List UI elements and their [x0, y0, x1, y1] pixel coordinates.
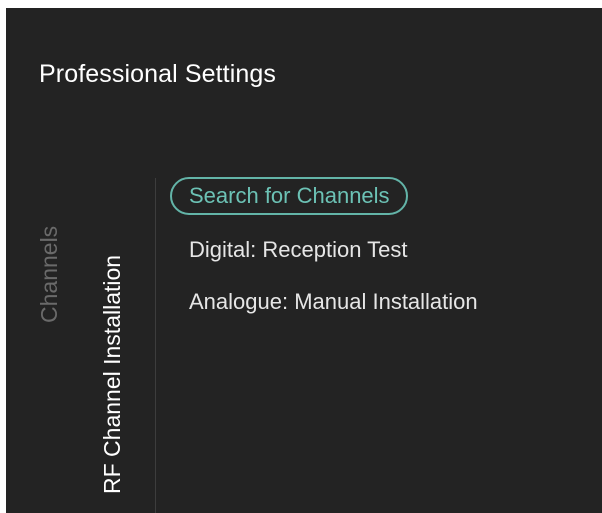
page-title: Professional Settings	[39, 60, 276, 88]
menu-item-label: Search for Channels	[170, 177, 408, 215]
tv-settings-screen: Professional Settings Channels RF Channe…	[6, 8, 602, 513]
menu-item-label: Analogue: Manual Installation	[189, 289, 478, 314]
menu-item-label: Digital: Reception Test	[189, 237, 408, 262]
breadcrumb-current-rf-channel-installation: RF Channel Installation	[99, 254, 125, 494]
menu-divider	[155, 178, 156, 513]
breadcrumb-parent-channels[interactable]: Channels	[36, 226, 62, 323]
